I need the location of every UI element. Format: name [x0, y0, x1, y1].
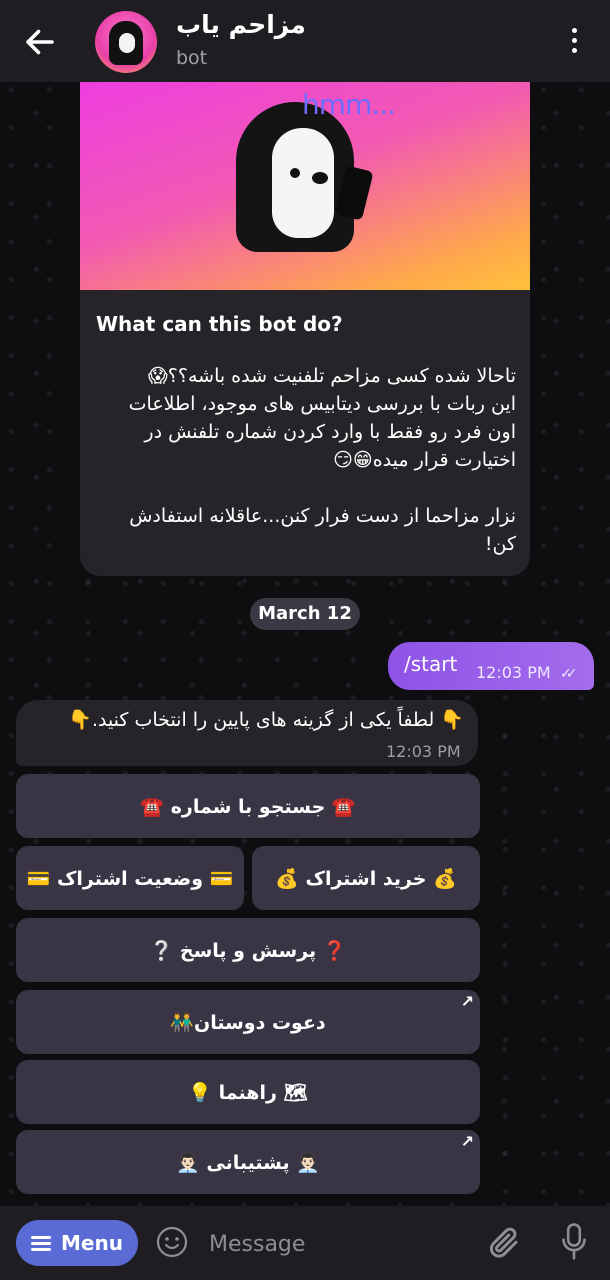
- date-separator: March 12: [250, 598, 360, 630]
- button-label: 💰 خرید اشتراک 💰: [275, 867, 457, 890]
- external-link-icon: ↗: [460, 992, 474, 1011]
- message-input-bar: Menu: [0, 1206, 610, 1280]
- message-text: /start: [404, 652, 458, 676]
- emoji-icon[interactable]: [156, 1226, 188, 1258]
- buy-subscription-button[interactable]: 💰 خرید اشتراک 💰: [252, 846, 480, 910]
- button-label: ❓ پرسش و پاسخ ❔: [149, 939, 347, 962]
- button-label: 🗺 راهنما 💡: [188, 1081, 308, 1104]
- back-arrow-icon[interactable]: [22, 24, 58, 60]
- hamburger-icon: [31, 1233, 52, 1254]
- read-checkmark-icon: ✓✓: [560, 666, 578, 682]
- message-time: 12:03 PM: [386, 742, 461, 761]
- chat-subtitle: bot: [176, 47, 208, 69]
- subscription-status-button[interactable]: 💳 وضعیت اشتراک 💳: [16, 846, 244, 910]
- faq-button[interactable]: ❓ پرسش و پاسخ ❔: [16, 918, 480, 982]
- message-time: 12:03 PM: [476, 663, 551, 682]
- intro-description: تاحالا شده کسی مزاحم تلفنیت شده باشه؟؟😱 …: [128, 365, 516, 555]
- bot-intro-card: hmm... What can this bot do? تاحالا شده …: [80, 82, 530, 576]
- microphone-icon[interactable]: [560, 1222, 588, 1262]
- incoming-message[interactable]: 👇 لطفاً یکی از گزینه های پایین را انتخاب…: [16, 700, 478, 766]
- button-label: دعوت دوستان👬: [170, 1011, 326, 1034]
- button-label: 👨🏻‍💼 پشتیبانی 👨🏻‍💼: [176, 1151, 320, 1174]
- menu-label: Menu: [61, 1231, 123, 1255]
- intro-heading: What can this bot do?: [96, 312, 343, 336]
- chat-title[interactable]: مزاحم یاب: [176, 10, 306, 39]
- guide-button[interactable]: 🗺 راهنما 💡: [16, 1060, 480, 1124]
- chat-header: مزاحم یاب bot: [0, 0, 610, 82]
- bot-avatar[interactable]: [95, 11, 157, 73]
- external-link-icon: ↗: [460, 1132, 474, 1151]
- message-input[interactable]: [207, 1224, 461, 1264]
- paperclip-icon[interactable]: [486, 1224, 522, 1262]
- search-by-number-button[interactable]: ☎️ جستجو با شماره ☎️: [16, 774, 480, 838]
- sticker-caption: hmm...: [302, 88, 396, 121]
- button-label: 💳 وضعیت اشتراک 💳: [26, 867, 234, 890]
- outgoing-message[interactable]: /start 12:03 PM ✓✓: [388, 642, 594, 690]
- more-options-icon[interactable]: [562, 28, 586, 56]
- message-text: 👇 لطفاً یکی از گزینه های پایین را انتخاب…: [68, 709, 464, 731]
- intro-sticker-image: hmm...: [80, 82, 530, 290]
- bot-menu-button[interactable]: Menu: [16, 1220, 138, 1266]
- invite-friends-button[interactable]: دعوت دوستان👬 ↗: [16, 990, 480, 1054]
- button-label: ☎️ جستجو با شماره ☎️: [140, 795, 356, 818]
- support-button[interactable]: 👨🏻‍💼 پشتیبانی 👨🏻‍💼 ↗: [16, 1130, 480, 1194]
